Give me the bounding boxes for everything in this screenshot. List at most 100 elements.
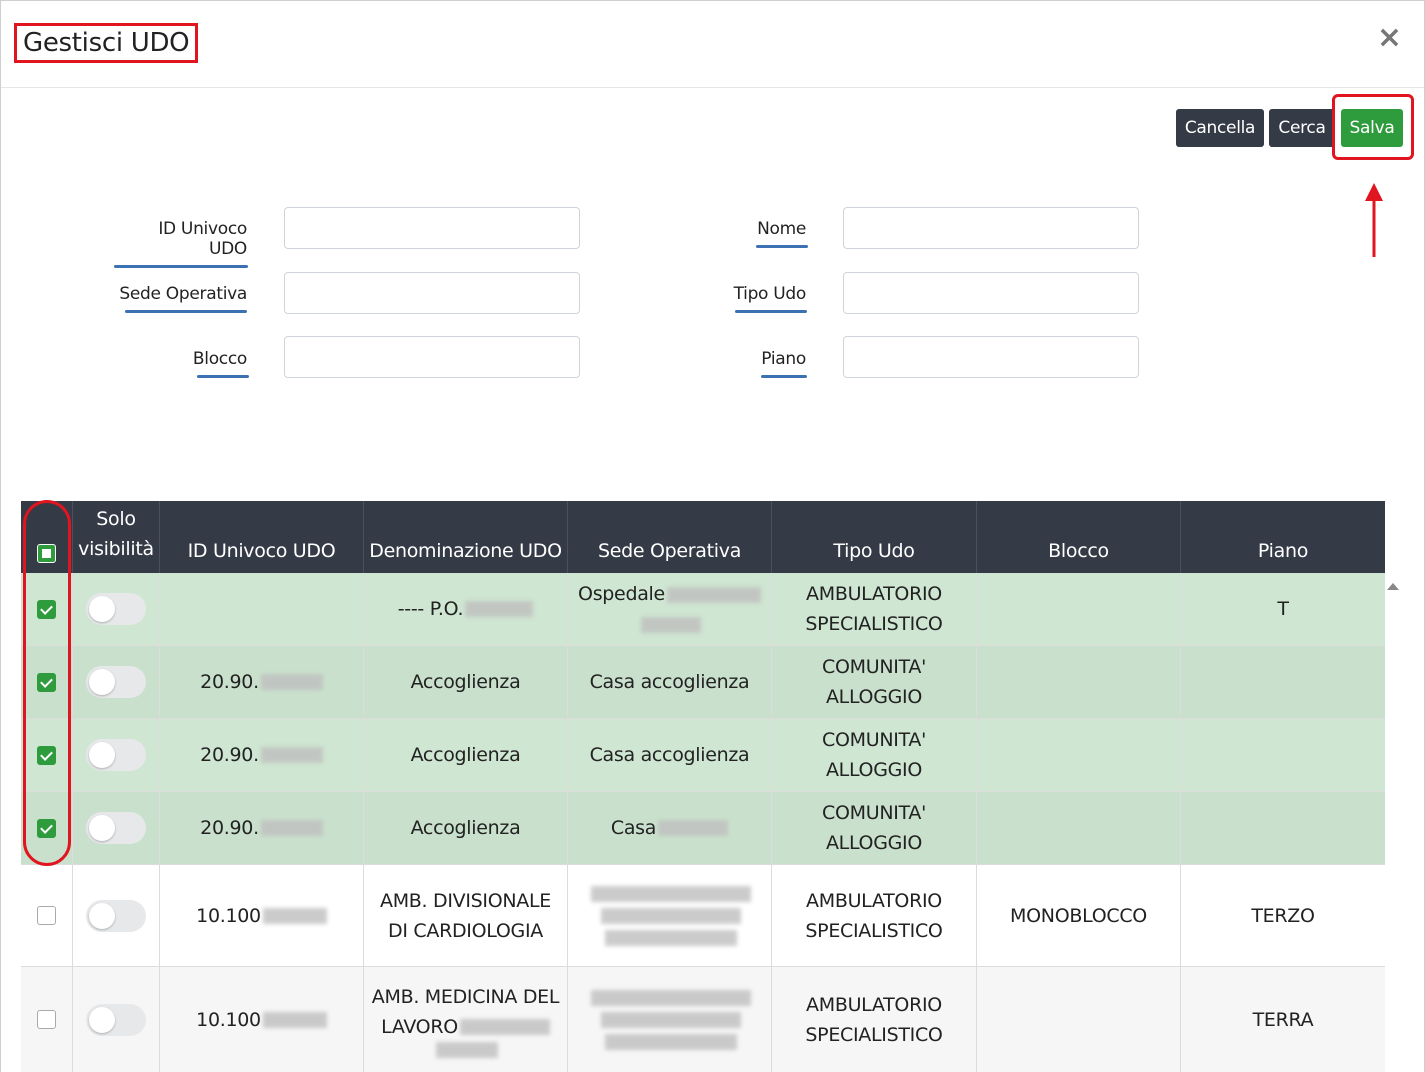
table-row[interactable]: 20.90. Accoglienza Casa accoglienza COMU… — [21, 646, 1385, 719]
redacted-text — [260, 820, 323, 836]
denominazione-text: ---- P.O. — [397, 598, 464, 620]
denominazione-cell: AMB. MEDICINA DEL LAVORO — [363, 967, 567, 1072]
solo-visibilita-cell — [72, 646, 159, 718]
title-highlight: Gestisci UDO — [14, 23, 199, 63]
header-sede-operativa[interactable]: Sede Operativa — [567, 501, 771, 573]
label-underline — [197, 375, 249, 378]
tipo-cell: COMUNITA' ALLOGGIO — [771, 792, 976, 864]
sede-cell: Casa — [567, 792, 771, 864]
label-nome-text: Nome — [757, 219, 806, 239]
redacted-text — [590, 885, 751, 902]
header-blocco[interactable]: Blocco — [976, 501, 1180, 573]
solo-visibilita-toggle[interactable] — [86, 666, 146, 698]
solo-visibilita-cell — [72, 573, 159, 645]
label-sede-operativa: Sede Operativa — [117, 284, 247, 313]
label-nome: Nome — [701, 219, 808, 248]
id-text: 10.100 — [196, 1008, 261, 1031]
tipo-udo-input[interactable] — [843, 272, 1139, 314]
header-piano[interactable]: Piano — [1180, 501, 1385, 573]
toggle-knob — [89, 596, 115, 622]
sede-operativa-input[interactable] — [284, 272, 580, 314]
label-blocco-text: Blocco — [192, 349, 247, 369]
tipo-text-1: AMBULATORIO — [806, 889, 942, 912]
search-button[interactable]: Cerca — [1269, 109, 1335, 147]
redacted-text — [590, 989, 751, 1006]
blocco-cell — [976, 719, 1180, 791]
row-checkbox[interactable] — [37, 1010, 56, 1029]
tipo-text-1: AMBULATORIO — [806, 993, 942, 1016]
id-text: 10.100 — [196, 904, 261, 927]
label-id-univoco-text: ID Univoco UDO — [158, 219, 247, 259]
tipo-text-2: ALLOGGIO — [825, 759, 923, 781]
redacted-text — [604, 929, 737, 946]
redacted-text — [262, 1011, 327, 1028]
solo-visibilita-cell — [72, 967, 159, 1072]
tipo-text-2: ALLOGGIO — [825, 686, 923, 708]
id-cell: 20.90. — [159, 646, 363, 718]
redacted-text — [260, 747, 323, 763]
tipo-cell: AMBULATORIO SPECIALISTICO — [771, 865, 976, 966]
close-icon[interactable]: × — [1377, 23, 1402, 53]
table-row[interactable]: 10.100 AMB. MEDICINA DEL LAVORO AMBULATO… — [21, 967, 1385, 1072]
piano-cell: TERRA — [1180, 967, 1385, 1072]
solo-visibilita-toggle[interactable] — [86, 593, 146, 625]
blocco-cell — [976, 646, 1180, 718]
label-blocco: Blocco — [117, 349, 249, 378]
header-solo-text: Solo — [96, 507, 136, 530]
solo-visibilita-toggle[interactable] — [86, 812, 146, 844]
toggle-knob — [89, 669, 115, 695]
solo-visibilita-toggle[interactable] — [86, 1003, 146, 1036]
denominazione-cell: ---- P.O. — [363, 573, 567, 645]
scroll-up-arrow-icon[interactable] — [1387, 583, 1399, 590]
row-checkbox[interactable] — [37, 906, 56, 925]
header-denominazione[interactable]: Denominazione UDO — [363, 501, 567, 573]
piano-cell — [1180, 792, 1385, 864]
piano-input[interactable] — [843, 336, 1139, 378]
sede-cell — [567, 865, 771, 966]
denominazione-text-1: AMB. DIVISIONALE — [380, 889, 551, 912]
sede-text: Casa — [610, 817, 657, 839]
id-text: 20.90. — [200, 817, 259, 839]
redacted-text — [658, 820, 729, 836]
row-checkbox-cell — [21, 865, 72, 966]
redacted-text — [600, 1011, 741, 1028]
piano-cell: TERZO — [1180, 865, 1385, 966]
label-underline — [114, 265, 248, 268]
cancel-button[interactable]: Cancella — [1176, 109, 1264, 147]
toggle-knob — [89, 1006, 115, 1033]
solo-visibilita-toggle[interactable] — [86, 899, 146, 932]
id-univoco-input[interactable] — [284, 207, 580, 249]
label-sede-operativa-text: Sede Operativa — [119, 284, 247, 304]
denominazione-cell: Accoglienza — [363, 719, 567, 791]
redacted-text — [435, 1041, 498, 1058]
piano-cell — [1180, 646, 1385, 718]
table-row[interactable]: 10.100 AMB. DIVISIONALE DI CARDIOLOGIA A… — [21, 865, 1385, 967]
table-row[interactable]: 20.90. Accoglienza Casa COMUNITA' ALLOGG… — [21, 792, 1385, 865]
redacted-text — [666, 586, 761, 603]
table-row[interactable]: 20.90. Accoglienza Casa accoglienza COMU… — [21, 719, 1385, 792]
solo-visibilita-toggle[interactable] — [86, 739, 146, 771]
sede-cell: Ospedale — [567, 573, 771, 645]
blocco-input[interactable] — [284, 336, 580, 378]
id-cell: 10.100 — [159, 865, 363, 966]
tipo-cell: COMUNITA' ALLOGGIO — [771, 646, 976, 718]
label-underline — [756, 245, 808, 248]
label-tipo-udo: Tipo Udo — [701, 284, 807, 313]
arrow-up-icon — [1365, 183, 1383, 257]
nome-input[interactable] — [843, 207, 1139, 249]
header-id-univoco[interactable]: ID Univoco UDO — [159, 501, 363, 573]
label-piano-text: Piano — [761, 349, 806, 369]
tipo-text-2: SPECIALISTICO — [805, 1023, 943, 1046]
tipo-text-2: SPECIALISTICO — [805, 613, 943, 635]
sede-cell — [567, 967, 771, 1072]
table-row[interactable]: ---- P.O. Ospedale AMBULATORIO SPECIALIS… — [21, 573, 1385, 646]
label-underline — [125, 310, 247, 313]
modal-header: Gestisci UDO × — [1, 1, 1424, 88]
piano-cell: T — [1180, 573, 1385, 645]
header-tipo-udo[interactable]: Tipo Udo — [771, 501, 976, 573]
modal-title: Gestisci UDO — [23, 28, 190, 58]
redacted-text — [640, 616, 701, 633]
sede-text: Ospedale — [578, 583, 665, 605]
solo-visibilita-cell — [72, 792, 159, 864]
id-cell — [159, 573, 363, 645]
